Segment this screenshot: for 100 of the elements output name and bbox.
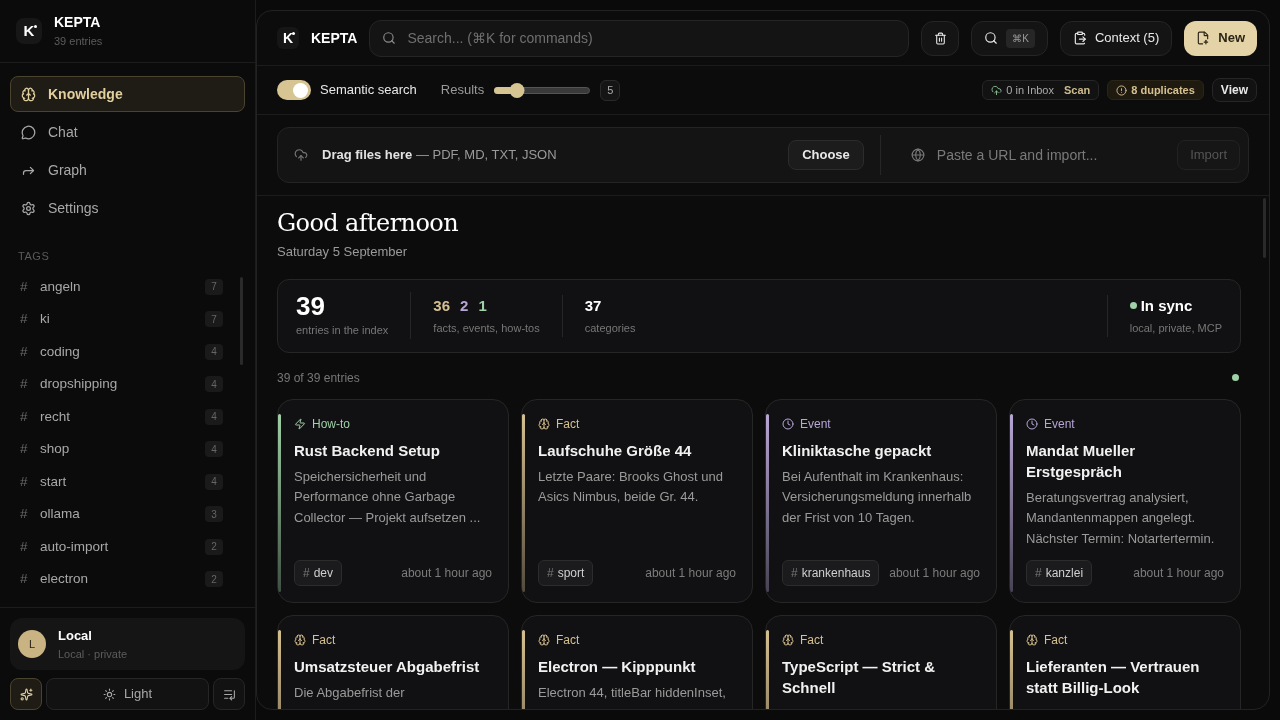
entry-type: Event: [800, 415, 831, 433]
new-button[interactable]: New: [1184, 20, 1257, 56]
clock-icon: [782, 417, 794, 430]
scan-link[interactable]: Scan: [1064, 81, 1091, 99]
entry-tag[interactable]: # kanzlei: [1026, 559, 1093, 586]
profile-card[interactable]: L Local Local · private: [10, 618, 245, 670]
date-label: Saturday 5 September: [277, 243, 409, 261]
entry-title: Rust Backend Setup: [294, 440, 441, 461]
categories-count: 37: [584, 295, 603, 316]
tag-item[interactable]: # angeln 7: [20, 270, 223, 303]
entry-card[interactable]: Fact Lieferanten — Vertrauen statt Billig-Look: [1009, 614, 1241, 709]
collapse-icon: [222, 687, 236, 701]
categories-label: categories: [584, 321, 636, 336]
trash-icon: [933, 31, 947, 45]
hash-icon: #: [20, 536, 40, 557]
tag-item[interactable]: # electron 2: [20, 563, 223, 596]
inbox-status: 0 in Inbox Scan: [982, 80, 1100, 100]
profile-subtitle: Local · private: [58, 646, 128, 662]
duplicates-badge[interactable]: 8 duplicates: [1107, 80, 1204, 100]
sparkle-button[interactable]: [10, 678, 42, 710]
tag-item[interactable]: # shop 4: [20, 433, 223, 466]
brain-icon: [538, 417, 550, 430]
tag-count: 4: [205, 441, 223, 458]
choose-button[interactable]: Choose: [788, 140, 864, 170]
tag-name: start: [40, 472, 68, 491]
total-count: 39: [296, 292, 326, 321]
semantic-label: Semantic search: [320, 81, 417, 100]
clipboard-icon: [1072, 31, 1087, 45]
nav-item[interactable]: Chat: [10, 114, 245, 150]
hash-icon: #: [20, 374, 40, 395]
search-field[interactable]: Search... (⌘K for commands): [369, 19, 910, 57]
tag-item[interactable]: # ollama 3: [20, 498, 223, 531]
entry-time: about 1 hour ago: [401, 564, 492, 582]
entry-body: Letzte Paare: Brooks Ghost und Asics Nimbus, beide Gr. 44.: [538, 467, 724, 506]
brain-icon: [538, 633, 550, 646]
tag-item[interactable]: # ki 7: [20, 303, 223, 336]
entry-card[interactable]: Fact TypeScript — Strict & Schnell: [765, 614, 997, 709]
url-field[interactable]: Paste a URL and import...: [936, 144, 1178, 166]
entry-body: Die Abgabefrist der: [294, 683, 406, 702]
sun-icon: [102, 687, 116, 701]
context-button[interactable]: Context (5): [1059, 20, 1173, 56]
entry-type: Fact: [556, 631, 580, 649]
tag-count: 2: [205, 571, 223, 588]
entry-type: Fact: [1044, 631, 1068, 649]
tag-name: ollama: [40, 505, 81, 524]
collapse-button[interactable]: [213, 678, 245, 710]
tag-name: shop: [40, 440, 71, 459]
brain-icon: [21, 86, 36, 102]
tag-name: dropshipping: [40, 375, 119, 394]
entry-card[interactable]: Event Mandat Mueller Erstgespräch Beratungsvertrag analysiert, Mandantenmappen angelegt. Nächster Termin: Notartertermin. # kanzlei about 1 hour ago: [1009, 398, 1241, 603]
entry-body: Electron 44, titleBar hiddenInset,: [538, 683, 727, 702]
entry-tag[interactable]: # sport: [538, 559, 594, 586]
brain-icon: [1026, 633, 1038, 646]
entry-title: Umsatzsteuer Abgabefrist: [294, 656, 481, 677]
tag-item[interactable]: # dropshipping 4: [20, 368, 223, 401]
entry-card[interactable]: Fact Electron — Kipppunkt Electron 44, titleBar hiddenInset,: [521, 614, 753, 709]
delete-button[interactable]: [921, 20, 960, 56]
settings-icon: [21, 200, 36, 216]
tag-count: 4: [205, 408, 223, 425]
entry-card[interactable]: Fact Laufschuhe Größe 44 Letzte Paare: Brooks Ghost und Asics Nimbus, beide Gr. 44. # sport about 1 hour ago: [521, 398, 753, 603]
tag-count: 3: [205, 506, 223, 523]
entry-title: Mandat Mueller Erstgespräch: [1026, 440, 1137, 482]
view-button[interactable]: View: [1211, 78, 1257, 102]
tag-count: 7: [205, 311, 223, 328]
entry-type: Fact: [556, 415, 580, 433]
entry-card[interactable]: How-to Rust Backend Setup Speichersicherheit und Performance ohne Garbage Collector — Projekt aufsetzen ... # dev about 1 hour ago: [277, 398, 509, 603]
search-icon: [382, 31, 397, 45]
results-slider[interactable]: [494, 82, 591, 98]
entry-title: Laufschuhe Größe 44: [538, 440, 693, 461]
new-note-icon: [1196, 31, 1211, 45]
sync-status: In sync: [1140, 295, 1193, 316]
greeting-title: Good afternoon: [277, 208, 459, 238]
entry-time: about 1 hour ago: [889, 564, 980, 582]
entry-body: Speichersicherheit und Performance ohne Garbage Collector — Projekt aufsetzen ...: [294, 467, 482, 527]
globe-icon: [910, 148, 925, 162]
nav-item[interactable]: Settings: [10, 190, 245, 226]
entry-type: Event: [1044, 415, 1075, 433]
cloud-upload-icon: [991, 84, 1003, 96]
theme-button[interactable]: Light: [46, 678, 209, 710]
nav-item[interactable]: Knowledge: [10, 76, 245, 112]
tag-item[interactable]: # auto-import 2: [20, 530, 223, 563]
entry-card[interactable]: Event Kliniktasche gepackt Bei Aufenthalt im Krankenhaus: Versicherungsmeldung innerhalb der Frist von 10 Tagen. # krankenhaus about 1 hour ago: [765, 398, 997, 603]
entry-title: Electron — Kipppunkt: [538, 656, 697, 677]
tag-item[interactable]: # coding 4: [20, 335, 223, 368]
tag-count: 2: [205, 538, 223, 555]
entry-card[interactable]: Fact Umsatzsteuer Abgabefrist Die Abgabefrist der: [277, 614, 509, 709]
command-button[interactable]: ⌘K: [971, 20, 1048, 56]
semantic-toggle[interactable]: [277, 80, 311, 100]
logo: K: [16, 18, 42, 44]
logo: K: [277, 27, 299, 49]
entry-tag[interactable]: # krankenhaus: [782, 559, 880, 586]
tag-count: 7: [205, 278, 223, 295]
entry-tag[interactable]: # dev: [294, 559, 343, 586]
tag-item[interactable]: # recht 4: [20, 400, 223, 433]
search-icon: [984, 31, 999, 45]
tag-item[interactable]: # start 4: [20, 465, 223, 498]
nav-item[interactable]: Graph: [10, 152, 245, 188]
app-name: KEPTA: [54, 13, 102, 33]
drag-hint: Drag files here — PDF, MD, TXT, JSON: [322, 146, 557, 165]
hash-icon: #: [20, 504, 40, 525]
